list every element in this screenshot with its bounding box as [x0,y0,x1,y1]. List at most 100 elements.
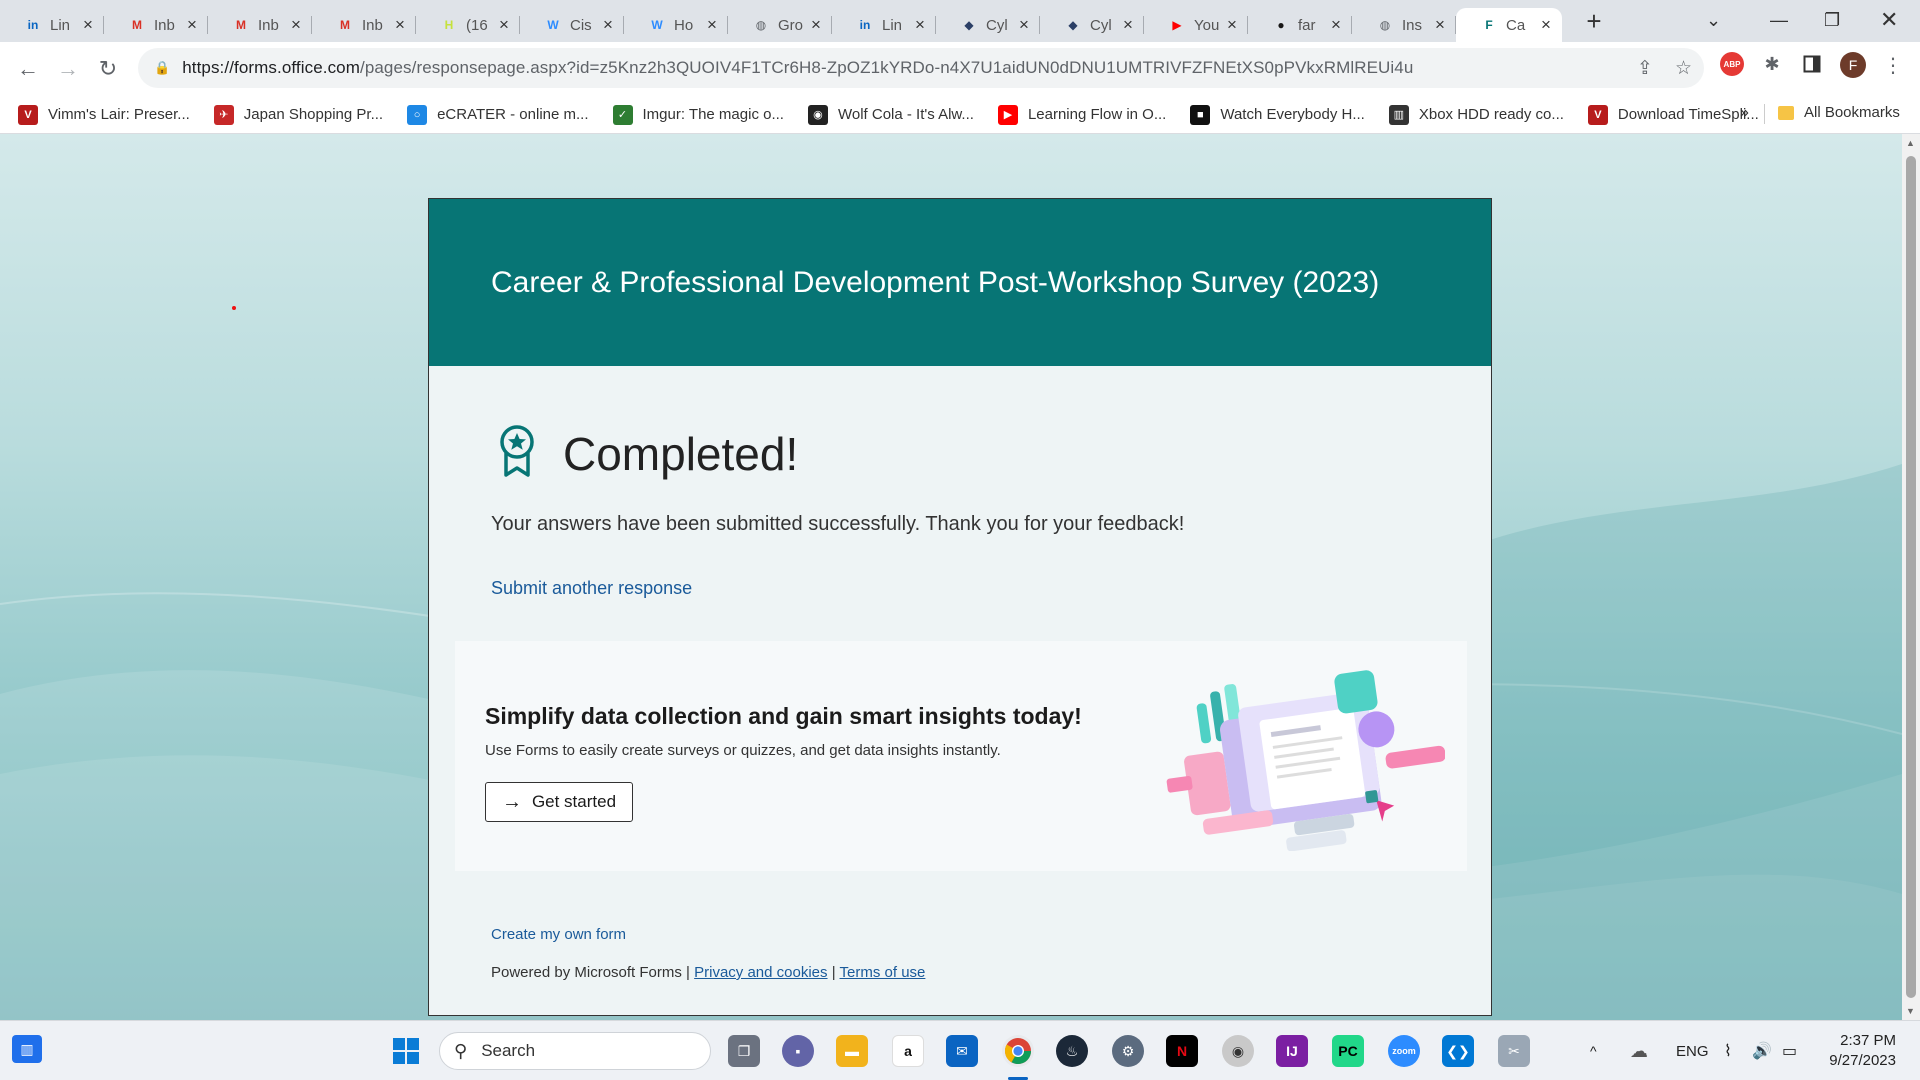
volume-icon[interactable]: 🔊 [1752,1021,1772,1080]
browser-tab[interactable]: ◍ Ins × [1352,8,1456,42]
close-tab-icon[interactable]: × [600,15,616,35]
bookmark-item[interactable]: V Download TimeSpli... [1587,104,1759,125]
forward-button[interactable]: → [48,56,88,82]
browser-tab[interactable]: W Ho × [624,8,728,42]
bookmark-star-icon[interactable]: ☆ [1675,57,1692,80]
zoom-icon[interactable]: zoom [1388,1035,1420,1067]
browser-tab[interactable]: in Lin × [0,8,104,42]
tab-search-chevron-icon[interactable]: ⌄ [1706,0,1721,40]
close-tab-icon[interactable]: × [1432,15,1448,35]
taskbar-search-box[interactable]: ⚲ Search [439,1032,711,1070]
pycharm-icon[interactable]: PC [1332,1035,1364,1067]
browser-tab[interactable]: F Ca × [1456,8,1562,42]
profile-avatar[interactable]: F [1840,52,1866,78]
tab-title: (16 [466,16,488,34]
browser-tab[interactable]: H (16 × [416,8,520,42]
browser-tab[interactable]: in Lin × [832,8,936,42]
bookmark-item[interactable]: ▥ Xbox HDD ready co... [1388,104,1564,125]
battery-icon[interactable]: ▭ [1782,1021,1797,1080]
browser-tab[interactable]: ◍ Gro × [728,8,832,42]
onedrive-cloud-icon[interactable]: ☁ [1630,1021,1648,1080]
scroll-down-icon[interactable]: ▼ [1906,1006,1915,1016]
vscode-icon[interactable]: ❮❯ [1442,1035,1474,1067]
all-bookmarks-folder[interactable]: All Bookmarks [1778,104,1900,121]
side-panel-icon[interactable] [1800,52,1824,76]
wifi-icon[interactable]: ⌇ [1724,1021,1732,1080]
close-tab-icon[interactable]: × [80,15,96,35]
close-tab-icon[interactable]: × [392,15,408,35]
widgets-icon[interactable]: ▥ [12,1035,42,1063]
language-indicator[interactable]: ENG [1676,1021,1709,1080]
browser-toolbar: ← → ↻ 🔒 https://forms.office.com/pages/r… [0,42,1920,96]
close-tab-icon[interactable]: × [496,15,512,35]
bookmark-item[interactable]: ▶ Learning Flow in O... [997,104,1166,125]
close-tab-icon[interactable]: × [1328,15,1344,35]
close-tab-icon[interactable]: × [808,15,824,35]
clock-time: 2:37 PM [1840,1032,1896,1049]
windows-start-icon[interactable] [390,1035,422,1067]
page-scrollbar[interactable]: ▲ ▼ [1902,134,1920,1020]
url-text[interactable]: https://forms.office.com/pages/responsep… [182,58,1413,78]
adblock-plus-icon[interactable]: ABP [1720,52,1744,76]
bookmark-item[interactable]: ✓ Imgur: The magic o... [612,104,784,125]
tab-title: Gro [778,16,804,34]
browser-tab[interactable]: ◆ Cyl × [1040,8,1144,42]
browser-tab[interactable]: M Inb × [104,8,208,42]
browser-tab[interactable]: ◆ Cyl × [936,8,1040,42]
system-clock[interactable]: 2:37 PM 9/27/2023 [1829,1031,1896,1071]
terms-link[interactable]: Terms of use [840,964,926,981]
steam-icon[interactable]: ♨ [1056,1035,1088,1067]
dvd-player-icon[interactable]: ◉ [1222,1035,1254,1067]
tab-title: You [1194,16,1220,34]
tab-title: Ins [1402,16,1423,34]
show-hidden-icons-chevron[interactable]: ^ [1590,1021,1597,1080]
teams-chat-icon[interactable]: ▪ [782,1035,814,1067]
intellij-icon[interactable]: IJ [1276,1035,1308,1067]
restore-button[interactable]: ❐ [1824,0,1840,40]
browser-tab[interactable]: W Cis × [520,8,624,42]
bookmark-item[interactable]: ■ Watch Everybody H... [1190,104,1365,125]
scrollbar-thumb[interactable] [1906,156,1916,998]
share-icon[interactable]: ⇪ [1637,57,1653,80]
mail-icon[interactable]: ✉ [946,1035,978,1067]
chrome-icon[interactable] [1002,1035,1034,1067]
submit-another-response-link[interactable]: Submit another response [491,578,692,599]
browser-tab[interactable]: M Inb × [208,8,312,42]
close-tab-icon[interactable]: × [1224,15,1240,35]
get-started-label: Get started [531,792,617,811]
more-bookmarks-chevron[interactable]: » [1740,104,1749,122]
close-tab-icon[interactable]: × [184,15,200,35]
privacy-link[interactable]: Privacy and cookies [694,964,827,981]
close-tab-icon[interactable]: × [1538,15,1554,35]
scroll-up-icon[interactable]: ▲ [1906,138,1915,148]
reload-button[interactable]: ↻ [88,56,128,82]
get-started-button[interactable]: → Get started [485,782,633,822]
close-tab-icon[interactable]: × [1120,15,1136,35]
bookmark-item[interactable]: ◉ Wolf Cola - It's Alw... [807,104,974,125]
lock-icon: 🔒 [154,60,171,75]
create-my-own-form-link[interactable]: Create my own form [491,926,626,943]
bookmark-item[interactable]: ○ eCRATER - online m... [407,104,589,125]
file-explorer-icon[interactable]: ▬ [836,1035,868,1067]
snipping-tool-icon[interactable]: ✂ [1498,1035,1530,1067]
browser-tab[interactable]: ▶ You × [1144,8,1248,42]
close-tab-icon[interactable]: × [912,15,928,35]
netflix-icon[interactable]: N [1166,1035,1198,1067]
amazon-icon[interactable]: a [892,1035,924,1067]
kebab-menu-icon[interactable]: ⋮ [1883,52,1903,78]
settings-gear-icon[interactable]: ⚙ [1112,1035,1144,1067]
close-tab-icon[interactable]: × [1016,15,1032,35]
browser-tab[interactable]: ● far × [1248,8,1352,42]
close-window-button[interactable]: ✕ [1880,0,1898,40]
back-button[interactable]: ← [8,56,48,82]
close-tab-icon[interactable]: × [288,15,304,35]
address-bar[interactable]: 🔒 https://forms.office.com/pages/respons… [138,48,1704,88]
bookmark-item[interactable]: ✈ Japan Shopping Pr... [213,104,383,125]
extensions-puzzle-icon[interactable]: ✱ [1760,52,1784,76]
close-tab-icon[interactable]: × [704,15,720,35]
new-tab-button[interactable]: + [1580,6,1608,37]
bookmark-item[interactable]: V Vimm's Lair: Preser... [18,104,190,125]
browser-tab[interactable]: M Inb × [312,8,416,42]
task-view-icon[interactable]: ❐ [728,1035,760,1067]
minimize-button[interactable]: — [1770,0,1788,40]
